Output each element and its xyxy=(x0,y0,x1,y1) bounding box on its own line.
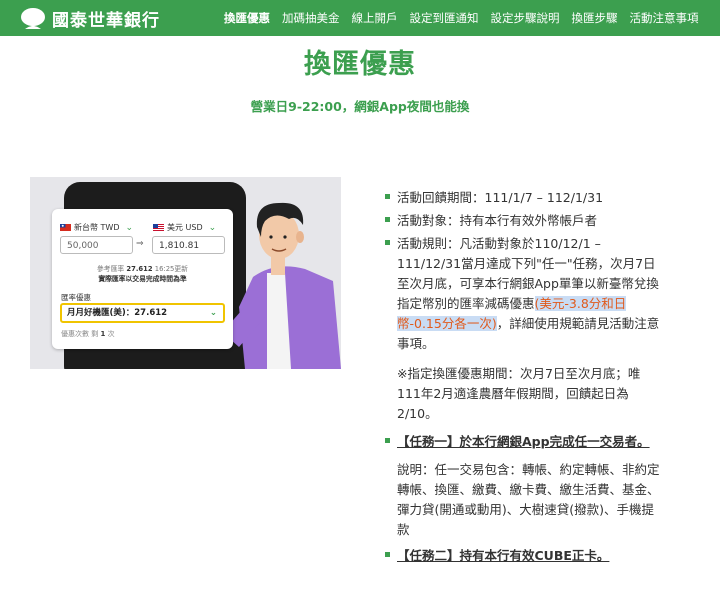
to-currency-selector[interactable]: 美元 USD ⌄ xyxy=(153,222,216,233)
exchange-card: 新台幣 TWD ⌄ 美元 USD ⌄ 50,000 ⇒ 1,810.81 參考匯… xyxy=(52,209,233,349)
from-currency-label: 新台幣 TWD xyxy=(74,223,120,232)
page-title: 換匯優惠 xyxy=(304,49,416,80)
nav-item-setup-guide[interactable]: 設定步驟說明 xyxy=(491,10,560,26)
to-amount-field[interactable]: 1,810.81 xyxy=(152,236,225,254)
reference-rate-value: 27.612 xyxy=(126,265,153,273)
remaining-times: 優惠次數 剩 1 次 xyxy=(61,329,115,339)
chevron-down-icon: ⌄ xyxy=(209,308,217,318)
promo-rate-value: 月月好機匯(美)：27.612 xyxy=(67,308,168,318)
tree-logo-icon xyxy=(21,8,45,29)
list-item-task-1: 【任務一】於本行網銀App完成任一交易者。 xyxy=(382,432,662,452)
task-1-title: 【任務一】於本行網銀App完成任一交易者。 xyxy=(397,434,650,449)
remaining-times-count: 1 xyxy=(100,330,106,338)
taiwan-flag-icon xyxy=(60,224,71,231)
reference-rate-time: 16:25更新 xyxy=(154,265,188,273)
logo-text: 國泰世華銀行 xyxy=(52,10,160,31)
nav-item-exchange-steps[interactable]: 換匯步驟 xyxy=(572,10,618,26)
business-hours: 營業日9-22:00，網銀App夜間也能換 xyxy=(250,99,470,114)
top-nav-bar: 國泰世華銀行 換匯優惠 加碼抽美金 線上開戶 設定到匯通知 設定步驟說明 換匯步… xyxy=(0,0,720,36)
chevron-down-icon: ⌄ xyxy=(208,222,217,233)
from-amount-field[interactable]: 50,000 xyxy=(60,236,133,254)
remaining-times-unit: 次 xyxy=(107,330,115,338)
promo-rate-label: 匯率優惠 xyxy=(61,293,91,302)
nav-item-open-account[interactable]: 線上開戶 xyxy=(352,10,398,26)
promo-illustration: 新台幣 TWD ⌄ 美元 USD ⌄ 50,000 ⇒ 1,810.81 參考匯… xyxy=(30,177,341,369)
reference-rate-label: 參考匯率 xyxy=(97,265,125,273)
bank-logo[interactable]: 國泰世華銀行 xyxy=(20,6,160,31)
list-item-rules: 活動規則：凡活動對象於110/12/1 – 111/12/31當月達成下列"任一… xyxy=(382,234,662,354)
arrow-right-icon: ⇒ xyxy=(136,239,144,249)
us-flag-icon xyxy=(153,224,164,231)
reference-rate: 參考匯率 27.612 16:25更新 xyxy=(52,263,233,273)
actual-rate-note: 實際匯率以交易完成時間為準 xyxy=(98,275,187,283)
main-nav: 換匯優惠 加碼抽美金 線上開戶 設定到匯通知 設定步驟說明 換匯步驟 活動注意事… xyxy=(224,0,711,36)
nav-item-remittance-notice[interactable]: 設定到匯通知 xyxy=(410,10,479,26)
nav-item-notes[interactable]: 活動注意事項 xyxy=(630,10,699,26)
promo-rate-select[interactable]: 月月好機匯(美)：27.612 ⌄ xyxy=(60,303,225,323)
task-2-title: 【任務二】持有本行有效CUBE正卡。 xyxy=(397,548,610,563)
remaining-times-label: 優惠次數 剩 xyxy=(61,330,99,338)
offer-period-note: ※指定換匯優惠期間：次月7日至次月底；唯111年2月適逢農曆年假期間，回饋起日為… xyxy=(397,366,641,421)
from-currency-selector[interactable]: 新台幣 TWD ⌄ xyxy=(60,222,133,233)
nav-item-usd-lottery[interactable]: 加碼抽美金 xyxy=(282,10,340,26)
nav-item-exchange-offer[interactable]: 換匯優惠 xyxy=(224,10,270,26)
campaign-details: 活動回饋期間：111/1/7 – 112/1/31 活動對象：持有本行有效外幣帳… xyxy=(382,188,662,569)
list-item-target: 活動對象：持有本行有效外幣帳戶者 xyxy=(382,211,662,231)
chevron-down-icon: ⌄ xyxy=(125,222,134,233)
to-currency-label: 美元 USD xyxy=(167,223,203,232)
list-item-period: 活動回饋期間：111/1/7 – 112/1/31 xyxy=(382,188,662,208)
list-item-task-2: 【任務二】持有本行有效CUBE正卡。 xyxy=(382,546,662,566)
task-1-description: 說明：任一交易包含：轉帳、約定轉帳、非約定轉帳、換匯、繳費、繳卡費、繳生活費、基… xyxy=(397,462,660,537)
